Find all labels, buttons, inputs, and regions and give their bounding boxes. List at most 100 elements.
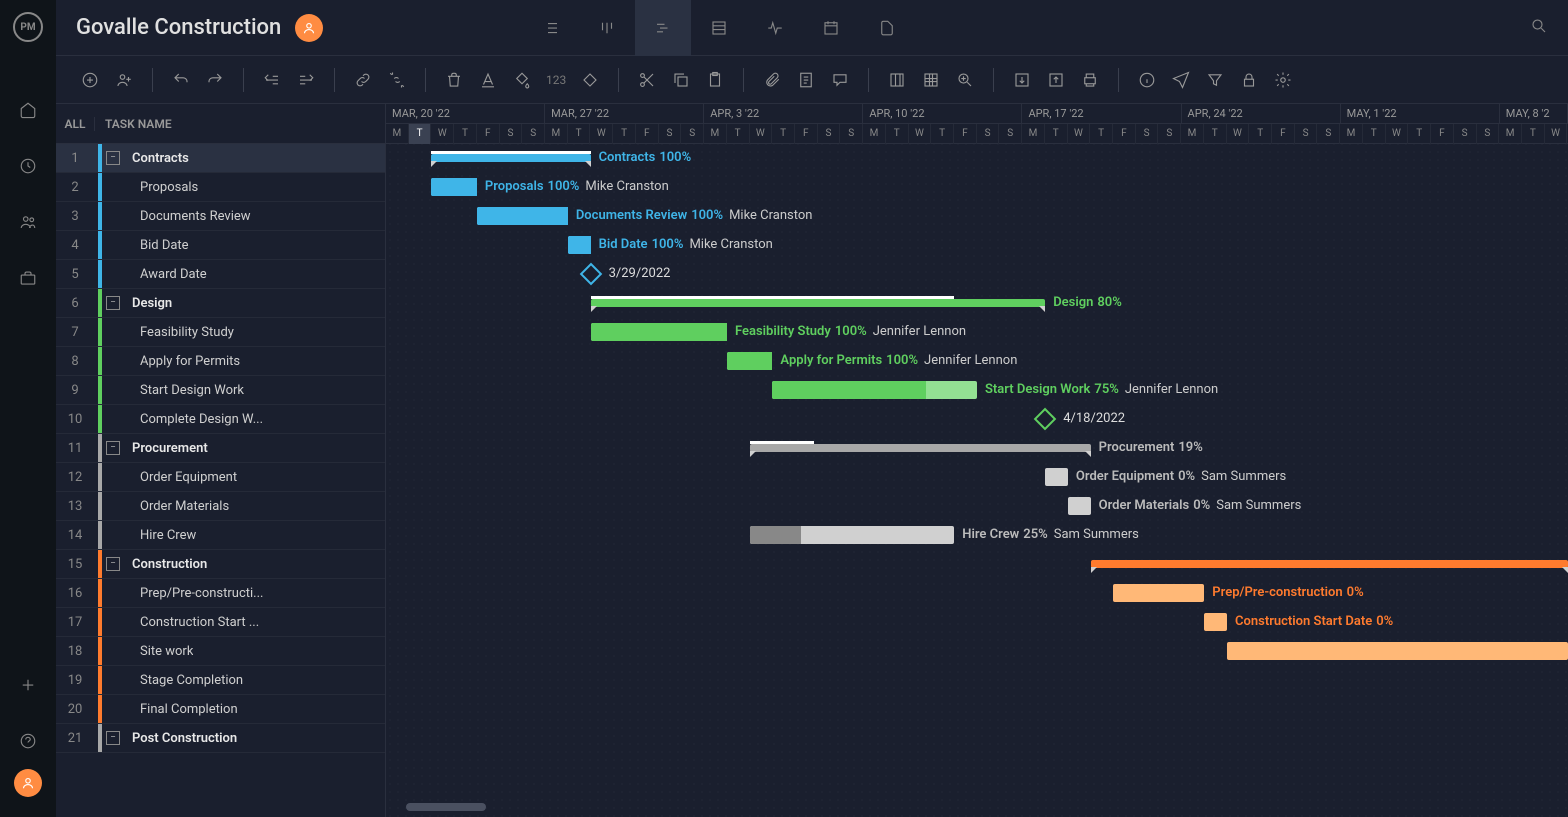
- task-row[interactable]: 18Site work: [56, 637, 385, 666]
- task-row[interactable]: 7Feasibility Study: [56, 318, 385, 347]
- view-calendar-icon[interactable]: [803, 0, 859, 56]
- copy-icon[interactable]: [667, 66, 695, 94]
- grid-icon[interactable]: [917, 66, 945, 94]
- task-name: Hire Crew: [102, 528, 196, 543]
- task-name: Documents Review: [102, 209, 251, 224]
- add-icon[interactable]: [16, 673, 40, 697]
- view-sheet-icon[interactable]: [691, 0, 747, 56]
- add-task-icon[interactable]: [76, 66, 104, 94]
- info-icon[interactable]: [1133, 66, 1161, 94]
- add-user-icon[interactable]: [110, 66, 138, 94]
- task-row[interactable]: 10Complete Design W...: [56, 405, 385, 434]
- undo-icon[interactable]: [167, 66, 195, 94]
- fill-icon[interactable]: [508, 66, 536, 94]
- col-name[interactable]: TASK NAME: [94, 117, 172, 131]
- task-bar[interactable]: [477, 207, 568, 225]
- import-icon[interactable]: [1008, 66, 1036, 94]
- search-icon[interactable]: [1530, 17, 1548, 39]
- collapse-icon[interactable]: −: [106, 151, 120, 165]
- task-bar[interactable]: [591, 323, 727, 341]
- font-icon[interactable]: [474, 66, 502, 94]
- collapse-icon[interactable]: −: [106, 296, 120, 310]
- filter-icon[interactable]: [1201, 66, 1229, 94]
- user-avatar[interactable]: [14, 769, 42, 797]
- task-row[interactable]: 6−Design: [56, 289, 385, 318]
- outdent-icon[interactable]: [258, 66, 286, 94]
- task-row[interactable]: 1−Contracts: [56, 144, 385, 173]
- columns-icon[interactable]: [883, 66, 911, 94]
- milestone-icon[interactable]: [576, 66, 604, 94]
- view-board-icon[interactable]: [579, 0, 635, 56]
- task-row[interactable]: 12Order Equipment: [56, 463, 385, 492]
- view-list-icon[interactable]: [523, 0, 579, 56]
- task-row[interactable]: 14Hire Crew: [56, 521, 385, 550]
- task-row[interactable]: 5Award Date: [56, 260, 385, 289]
- summary-bar[interactable]: [750, 444, 1091, 452]
- bar-label: Contracts100%: [599, 149, 692, 167]
- link-icon[interactable]: [349, 66, 377, 94]
- task-bar[interactable]: [1227, 642, 1568, 660]
- task-row[interactable]: 13Order Materials: [56, 492, 385, 521]
- task-bar[interactable]: [750, 526, 955, 544]
- briefcase-icon[interactable]: [16, 266, 40, 290]
- milestone-marker[interactable]: [1034, 408, 1057, 431]
- task-row[interactable]: 17Construction Start ...: [56, 608, 385, 637]
- task-bar[interactable]: [1068, 497, 1091, 515]
- task-row[interactable]: 8Apply for Permits: [56, 347, 385, 376]
- print-icon[interactable]: [1076, 66, 1104, 94]
- lock-icon[interactable]: [1235, 66, 1263, 94]
- attach-icon[interactable]: [758, 66, 786, 94]
- task-row[interactable]: 21−Post Construction: [56, 724, 385, 753]
- cut-icon[interactable]: [633, 66, 661, 94]
- collapse-icon[interactable]: −: [106, 441, 120, 455]
- task-bar[interactable]: [1113, 584, 1204, 602]
- task-row[interactable]: 19Stage Completion: [56, 666, 385, 695]
- collapse-icon[interactable]: −: [106, 731, 120, 745]
- task-row[interactable]: 15−Construction: [56, 550, 385, 579]
- settings-icon[interactable]: [1269, 66, 1297, 94]
- task-row[interactable]: 20Final Completion: [56, 695, 385, 724]
- summary-bar[interactable]: [431, 154, 590, 162]
- task-bar[interactable]: [727, 352, 772, 370]
- gantt-chart[interactable]: MAR, 20 '22MAR, 27 '22APR, 3 '22APR, 10 …: [386, 104, 1568, 817]
- zoom-icon[interactable]: [951, 66, 979, 94]
- comment-icon[interactable]: [826, 66, 854, 94]
- task-row[interactable]: 3Documents Review: [56, 202, 385, 231]
- col-all[interactable]: ALL: [56, 117, 94, 131]
- delete-icon[interactable]: [440, 66, 468, 94]
- task-bar[interactable]: [431, 178, 476, 196]
- task-row[interactable]: 16Prep/Pre-constructi...: [56, 579, 385, 608]
- task-bar[interactable]: [1204, 613, 1227, 631]
- recent-icon[interactable]: [16, 154, 40, 178]
- task-bar[interactable]: [772, 381, 977, 399]
- task-row[interactable]: 9Start Design Work: [56, 376, 385, 405]
- task-name: Contracts: [126, 151, 189, 166]
- view-gantt-icon[interactable]: [635, 0, 691, 56]
- task-row[interactable]: 4Bid Date: [56, 231, 385, 260]
- send-icon[interactable]: [1167, 66, 1195, 94]
- milestone-marker[interactable]: [579, 263, 602, 286]
- indent-icon[interactable]: [292, 66, 320, 94]
- task-row[interactable]: 2Proposals: [56, 173, 385, 202]
- people-icon[interactable]: [16, 210, 40, 234]
- unlink-icon[interactable]: [383, 66, 411, 94]
- help-icon[interactable]: [16, 729, 40, 753]
- horizontal-scrollbar[interactable]: [406, 803, 486, 811]
- export-icon[interactable]: [1042, 66, 1070, 94]
- view-activity-icon[interactable]: [747, 0, 803, 56]
- app-logo[interactable]: PM: [13, 12, 43, 42]
- summary-bar[interactable]: [591, 299, 1046, 307]
- home-icon[interactable]: [16, 98, 40, 122]
- task-bar[interactable]: [1045, 468, 1068, 486]
- task-name: Procurement: [126, 441, 208, 456]
- task-row[interactable]: 11−Procurement: [56, 434, 385, 463]
- note-icon[interactable]: [792, 66, 820, 94]
- toolbar: 123: [56, 56, 1568, 104]
- paste-icon[interactable]: [701, 66, 729, 94]
- project-avatar[interactable]: [295, 14, 323, 42]
- collapse-icon[interactable]: −: [106, 557, 120, 571]
- summary-bar[interactable]: [1091, 560, 1568, 568]
- redo-icon[interactable]: [201, 66, 229, 94]
- view-files-icon[interactable]: [859, 0, 915, 56]
- task-bar[interactable]: [568, 236, 591, 254]
